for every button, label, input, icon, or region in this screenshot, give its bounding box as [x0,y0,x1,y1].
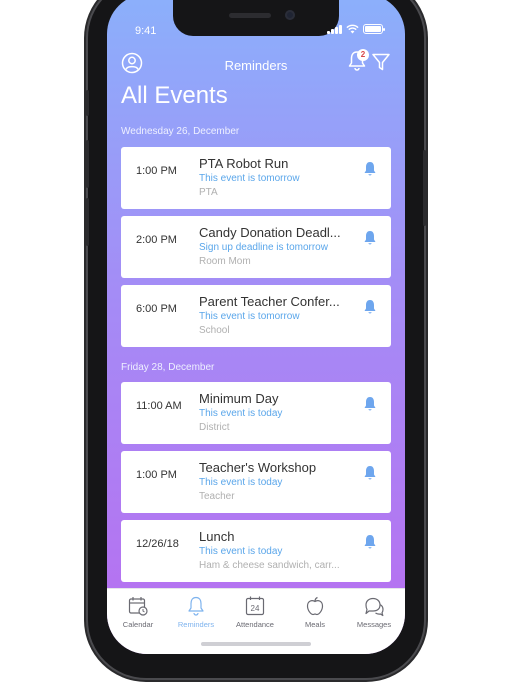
event-category: Ham & cheese sandwich, carr... [199,560,340,571]
tab-label: Messages [356,620,392,629]
event-category: School [199,325,230,336]
event-card[interactable]: 12/26/18 Lunch This event is today Ham &… [121,520,391,582]
event-time: 2:00 PM [136,234,177,246]
signal-icon [327,24,342,34]
reminder-bell-icon[interactable] [363,161,377,177]
status-icons [327,24,385,34]
attendance-calendar-icon: 24 [245,596,265,616]
event-category: Teacher [199,491,235,502]
event-title: Teacher's Workshop [199,460,317,475]
event-title: Lunch [199,529,235,544]
tab-label: Reminders [177,620,215,629]
app-screen: 9:41 Reminders 2 All Events Wednesday 26… [107,0,405,654]
event-status: This event is today [199,408,283,419]
event-time: 1:00 PM [136,469,177,481]
bell-icon [188,596,204,616]
reminder-bell-icon[interactable] [363,396,377,412]
notification-badge: 2 [357,49,369,61]
event-card[interactable]: 6:00 PM Parent Teacher Confer... This ev… [121,285,391,347]
reminder-bell-icon[interactable] [363,299,377,315]
tab-label: Attendance [236,620,274,629]
tab-calendar[interactable]: Calendar [109,595,167,629]
event-title: PTA Robot Run [199,156,289,171]
reminder-bell-icon[interactable] [363,465,377,481]
silent-switch [86,90,89,116]
event-time: 12/26/18 [136,538,179,550]
event-title: Parent Teacher Confer... [199,294,340,309]
event-category: Room Mom [199,256,251,267]
event-card[interactable]: 1:00 PM PTA Robot Run This event is tomo… [121,147,391,209]
front-camera [285,10,295,20]
power-button [423,150,426,226]
volume-up-button [86,140,89,188]
tab-reminders[interactable]: Reminders [167,595,225,629]
event-card[interactable]: 2:00 PM Candy Donation Deadl... Sign up … [121,216,391,278]
volume-down-button [86,198,89,246]
battery-icon [363,24,385,34]
event-time: 11:00 AM [136,400,182,412]
tab-label: Calendar [122,620,154,629]
wifi-icon [346,24,359,34]
status-time: 9:41 [135,25,157,37]
reminder-bell-icon[interactable] [363,534,377,550]
event-card[interactable]: 11:00 AM Minimum Day This event is today… [121,382,391,444]
event-status: Sign up deadline is tomorrow [199,242,328,253]
home-indicator[interactable] [201,642,311,646]
page-title: All Events [121,82,228,109]
event-card[interactable]: 1:00 PM Teacher's Workshop This event is… [121,451,391,513]
event-status: This event is today [199,477,283,488]
filter-icon[interactable] [371,52,391,72]
tab-meals[interactable]: Meals [286,595,344,629]
event-category: PTA [199,187,218,198]
event-category: District [199,422,230,433]
section-date-header: Wednesday 26, December [121,126,240,137]
chat-bubbles-icon [365,597,384,617]
speaker [229,13,271,18]
event-status: This event is today [199,546,283,557]
tab-attendance[interactable]: 24 Attendance [226,595,284,629]
attendance-day: 24 [251,604,260,613]
tab-messages[interactable]: Messages [345,595,403,629]
event-title: Candy Donation Deadl... [199,225,341,240]
reminder-bell-icon[interactable] [363,230,377,246]
calendar-icon [128,597,148,616]
tab-label: Meals [304,620,325,629]
apple-icon [306,596,324,616]
section-date-header: Friday 28, December [121,362,215,373]
event-time: 6:00 PM [136,303,177,315]
notch [173,0,339,36]
event-title: Minimum Day [199,391,279,406]
event-time: 1:00 PM [136,165,177,177]
event-status: This event is tomorrow [199,173,300,184]
event-status: This event is tomorrow [199,311,300,322]
